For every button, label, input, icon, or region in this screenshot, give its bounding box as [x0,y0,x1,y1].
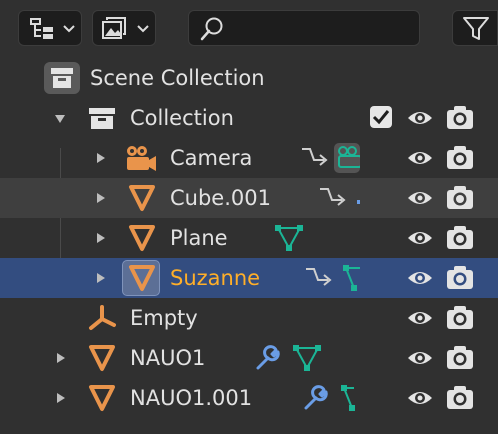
row-label: Camera [170,146,253,170]
scene-collection-icon [43,61,81,95]
funnel-icon [463,17,489,40]
empty-object-icon [88,304,116,332]
search-input[interactable] [188,10,420,46]
row-label: Collection [130,106,234,130]
chevron-down-icon [137,25,149,33]
expand-toggle[interactable] [57,393,65,403]
row-label: Scene Collection [90,66,265,90]
display-mode-dropdown[interactable] [18,10,82,46]
row-label: NAUO1 [130,346,206,370]
tree-row-nauo1[interactable]: NAUO1 [0,338,498,378]
row-label: NAUO1.001 [130,386,253,410]
render-camera-icon[interactable] [446,305,474,331]
expand-toggle[interactable] [97,273,105,283]
tree-row-scene-collection[interactable]: Scene Collection [0,58,498,98]
tree-row-empty[interactable]: Empty [0,298,498,338]
mesh-data-icon[interactable] [292,344,322,372]
render-camera-icon[interactable] [446,265,474,291]
render-camera-icon[interactable] [446,185,474,211]
filter-popover-dropdown[interactable] [92,10,156,46]
mesh-data-icon [357,200,360,204]
child-of-arrow-icon [306,268,332,286]
mesh-object-icon [88,344,116,372]
expand-toggle[interactable] [57,353,65,363]
mesh-data-icon [343,265,360,291]
eye-icon[interactable] [407,227,433,249]
mesh-object-icon [88,384,116,412]
eye-icon[interactable] [407,387,433,409]
tree-row-suzanne[interactable]: Suzanne [0,258,498,298]
expand-toggle[interactable] [97,233,105,243]
expand-toggle[interactable] [97,193,105,203]
eye-icon[interactable] [407,267,433,289]
exclude-checkbox[interactable] [370,106,392,128]
child-of-arrow-icon [320,188,346,206]
eye-icon[interactable] [407,187,433,209]
row-label: Empty [130,306,198,330]
checkmark-icon [372,110,390,125]
tree-row-nauo1-001[interactable]: NAUO1.001 [0,378,498,418]
eye-icon[interactable] [407,107,433,129]
collection-icon [88,104,116,132]
camera-object-icon [124,144,158,172]
mesh-data-icon[interactable] [274,224,304,252]
tree-row-camera[interactable]: Camera [0,138,498,178]
mesh-object-icon [128,264,156,292]
chevron-down-icon [63,25,75,33]
render-camera-icon[interactable] [446,225,474,251]
eye-icon[interactable] [407,347,433,369]
tree-row-plane[interactable]: Plane [0,218,498,258]
row-label: Plane [170,226,228,250]
eye-icon[interactable] [407,147,433,169]
render-camera-icon[interactable] [446,145,474,171]
tree-row-cube-001[interactable]: Cube.001 [0,178,498,218]
outliner-header [0,0,498,58]
render-camera-icon[interactable] [446,105,474,131]
filter-button[interactable] [452,10,498,46]
row-label: Cube.001 [170,186,271,210]
mesh-data-icon[interactable] [340,384,364,412]
mesh-object-icon [128,224,156,252]
tree-row-collection[interactable]: Collection [0,98,498,138]
child-of-arrow-icon [302,148,328,166]
outliner-view-icon [30,18,53,39]
eye-icon[interactable] [407,307,433,329]
expand-toggle[interactable] [55,115,65,123]
render-camera-icon[interactable] [446,385,474,411]
wrench-icon[interactable] [302,384,330,412]
row-label: Suzanne [170,266,261,290]
camera-data-icon [334,143,360,173]
mesh-object-icon [128,184,156,212]
image-stack-icon [102,17,126,39]
render-camera-icon[interactable] [446,345,474,371]
search-icon [200,17,223,41]
expand-toggle[interactable] [97,153,105,163]
wrench-icon[interactable] [254,344,282,372]
